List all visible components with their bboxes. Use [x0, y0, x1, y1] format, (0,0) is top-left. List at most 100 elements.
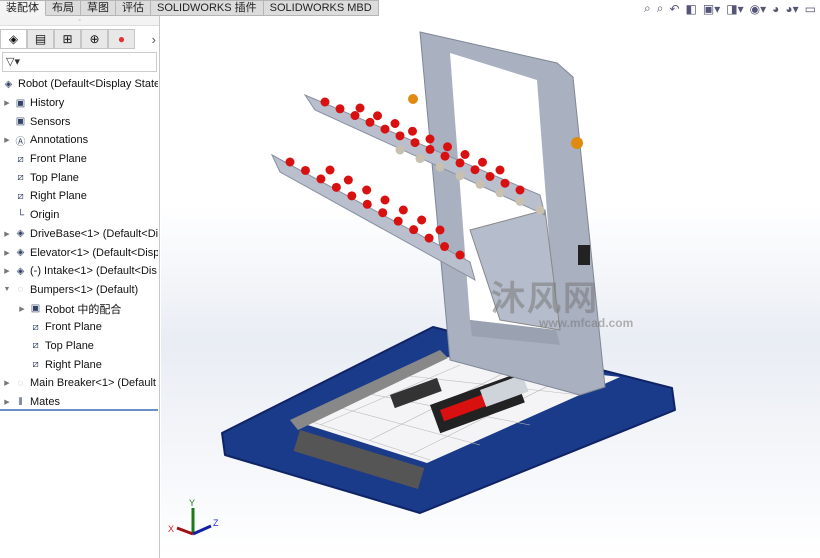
roller-wheel	[478, 157, 487, 167]
expander-icon[interactable]: ▼	[2, 286, 12, 293]
tree-item[interactable]: ▣ Sensors	[0, 112, 158, 131]
expander-icon[interactable]: ▶	[17, 305, 27, 313]
expander-icon[interactable]: ▶	[2, 398, 12, 406]
expander-icon[interactable]: ▶	[2, 249, 12, 257]
expander-icon[interactable]: ▶	[2, 379, 12, 387]
tree-item[interactable]: ⧄ Front Plane	[0, 318, 158, 337]
subassembly-icon: ◈	[16, 265, 25, 277]
tree-item-label: Sensors	[30, 115, 71, 128]
tab-1[interactable]: 布局	[46, 0, 81, 16]
graphics-area[interactable]: 沐风网 www.mfcad.com Y X Z	[161, 16, 820, 558]
roller-wheel	[500, 178, 510, 188]
command-manager-tabs: 装配体 布局 草图 评估 SOLIDWORKS 插件 SOLIDWORKS MBD	[0, 0, 379, 16]
tree-filter[interactable]: ▽▾	[2, 52, 157, 72]
tree-item[interactable]: ⧄ Top Plane	[0, 168, 158, 187]
previous-view-icon[interactable]: ↶	[669, 2, 679, 16]
roller-wheel	[440, 242, 450, 252]
hide-show-icon[interactable]: ◉▾	[750, 2, 767, 16]
roller-wheel	[325, 165, 335, 175]
tree-item[interactable]: ⧄ Right Plane	[0, 355, 158, 374]
roller-wheel	[395, 145, 405, 155]
zoom-to-fit-icon[interactable]: ⌕	[644, 1, 651, 16]
tree-item[interactable]: ▶ ◈ DriveBase<1> (Default<Di	[0, 225, 158, 244]
history-folder-icon: ▣	[15, 97, 26, 109]
tree-item[interactable]: ⧄ Front Plane	[0, 150, 158, 169]
tree-item[interactable]: ▶ ◈ (-) Intake<1> (Default<Dis	[0, 262, 158, 281]
roller-wheel	[395, 131, 405, 141]
edit-appearance-icon[interactable]: ◕	[772, 2, 779, 16]
y-label: Y	[189, 498, 195, 508]
roller-wheel	[355, 103, 365, 113]
tree-item[interactable]: ▶ ▣ History	[0, 94, 158, 113]
expander-icon[interactable]: ▶	[2, 99, 12, 107]
rollback-bar[interactable]	[0, 409, 158, 411]
roller-wheel	[398, 205, 408, 215]
tree-item[interactable]: ▶ ◈ Elevator<1> (Default<Disp	[0, 243, 158, 262]
tree-item-label: Front Plane	[30, 153, 87, 166]
z-label: Z	[213, 518, 219, 528]
tab-3[interactable]: 评估	[116, 0, 151, 16]
tab-4[interactable]: SOLIDWORKS 插件	[151, 0, 264, 16]
roller-wheel	[425, 134, 435, 144]
panel-more-chevron-icon[interactable]: ›	[152, 32, 156, 47]
property-manager-icon[interactable]: ▤	[27, 29, 54, 49]
roller-wheel	[343, 175, 353, 185]
roller-wheel	[320, 97, 330, 107]
tree-item-label: Origin	[30, 209, 60, 222]
view-settings-icon[interactable]: ▭	[805, 2, 816, 16]
configuration-manager-icon[interactable]: ⊞	[54, 29, 81, 49]
tree-item[interactable]: └ Origin	[0, 206, 158, 225]
tree-item[interactable]: ⧄ Top Plane	[0, 337, 158, 356]
heads-up-view-toolbar: ⌕ ⌕ ↶ ◧ ▣▾ ◨▾ ◉▾ ◕ ◕▾ ▭	[644, 1, 816, 16]
plane-icon: ⧄	[32, 321, 39, 333]
zoom-to-area-icon[interactable]: ⌕	[657, 1, 664, 16]
tab-5[interactable]: SOLIDWORKS MBD	[263, 0, 379, 16]
roller-wheel	[362, 185, 372, 195]
roller-wheel	[455, 158, 465, 168]
roller-wheel	[393, 216, 403, 226]
feature-manager-icon[interactable]: ◈	[0, 29, 27, 49]
section-view-icon[interactable]: ◧	[686, 2, 697, 16]
roller-wheel	[373, 111, 382, 121]
tree-item[interactable]: ▶ ◌ Main Breaker<1> (Default	[0, 374, 158, 393]
tab-2[interactable]: 草图	[81, 0, 116, 16]
tree-item[interactable]: ▶ ▣ Robot 中的配合	[0, 299, 158, 318]
tree-item-label: Top Plane	[30, 171, 79, 184]
tree-item-label: Right Plane	[30, 190, 87, 203]
roller-wheel	[316, 174, 326, 184]
x-label: X	[168, 524, 174, 534]
tree-item[interactable]: ▶ Ⓐ Annotations	[0, 131, 158, 150]
roller-wheel	[415, 154, 425, 164]
feature-manager-panel: ◦ ◈ ▤ ⊞ ⊕ ● › ▽▾ ◈ Robot (Default<Display Stat…	[0, 16, 160, 558]
plane-icon: ⧄	[17, 172, 24, 184]
apply-scene-icon[interactable]: ◕▾	[785, 2, 798, 16]
mates-folder-icon: ▣	[30, 303, 41, 315]
roller-wheel	[365, 117, 375, 127]
roller-wheel	[470, 165, 480, 175]
breaker	[578, 245, 590, 265]
expander-icon[interactable]: ▶	[2, 230, 12, 238]
roller-wheel	[535, 205, 545, 215]
expander-icon[interactable]: ▶	[2, 136, 12, 144]
view-orientation-icon[interactable]: ▣▾	[703, 2, 720, 16]
roller-wheel	[495, 188, 505, 198]
plane-icon: ⧄	[32, 359, 39, 371]
panel-grip[interactable]: ◦	[0, 16, 159, 26]
roller-wheel	[443, 142, 452, 152]
axis-triad: Y X Z	[168, 498, 219, 536]
panel-tabs: ◈ ▤ ⊞ ⊕ ● ›	[0, 28, 160, 50]
tab-0[interactable]: 装配体	[0, 0, 46, 16]
tree-item-label: History	[30, 97, 65, 110]
display-manager-icon[interactable]: ●	[108, 29, 135, 49]
suppressed-assembly-icon: ◌	[17, 377, 24, 389]
annotations-folder-icon: Ⓐ	[15, 136, 26, 148]
tree-item[interactable]: ▼ ◌ Bumpers<1> (Default)	[0, 281, 158, 300]
x-axis-arrow	[176, 526, 194, 536]
roller-wheel	[380, 195, 390, 205]
expander-icon[interactable]: ▶	[2, 267, 12, 275]
dimxpert-icon[interactable]: ⊕	[81, 29, 108, 49]
tree-item[interactable]: ⧄ Right Plane	[0, 187, 158, 206]
tree-item[interactable]: ◈ Robot (Default<Display State	[0, 75, 158, 94]
roller-wheel	[347, 191, 357, 201]
display-style-icon[interactable]: ◨▾	[726, 2, 743, 16]
